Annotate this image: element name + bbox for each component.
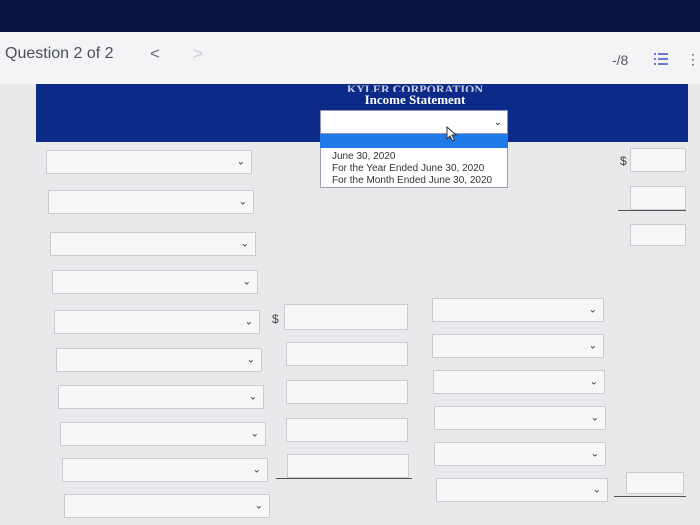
chevron-down-icon: ⌄ bbox=[240, 238, 249, 250]
account-select-5[interactable]: ⌄ bbox=[54, 310, 260, 334]
right-select-5[interactable]: ⌄ bbox=[434, 442, 606, 466]
account-select-1[interactable]: ⌄ bbox=[46, 150, 252, 174]
total-input-1[interactable] bbox=[630, 148, 686, 172]
highlighted-option[interactable] bbox=[320, 134, 508, 148]
chevron-down-icon: ⌄ bbox=[493, 117, 502, 128]
period-option-2[interactable]: For the Year Ended June 30, 2020 bbox=[332, 163, 484, 174]
chevron-down-icon: ⌄ bbox=[252, 464, 261, 476]
prev-question-button[interactable]: < bbox=[150, 44, 160, 64]
currency-symbol-right: $ bbox=[620, 154, 627, 168]
list-icon[interactable] bbox=[654, 52, 668, 66]
chevron-down-icon: ⌄ bbox=[236, 156, 245, 168]
chevron-down-icon: ⌄ bbox=[592, 484, 601, 496]
account-select-8[interactable]: ⌄ bbox=[60, 422, 266, 446]
account-select-2[interactable]: ⌄ bbox=[48, 190, 254, 214]
top-band bbox=[0, 0, 700, 32]
chevron-down-icon: ⌄ bbox=[590, 448, 599, 460]
right-select-4[interactable]: ⌄ bbox=[434, 406, 606, 430]
chevron-down-icon: ⌄ bbox=[588, 340, 597, 352]
score: -/8 bbox=[612, 52, 629, 68]
amount-input-5[interactable] bbox=[287, 454, 409, 478]
chevron-down-icon: ⌄ bbox=[250, 428, 259, 440]
total-underline bbox=[276, 478, 412, 479]
statement-title: Income Statement bbox=[364, 92, 466, 107]
amount-input-1[interactable] bbox=[284, 304, 408, 330]
total-underline-right bbox=[618, 210, 686, 211]
account-select-9[interactable]: ⌄ bbox=[62, 458, 268, 482]
amount-input-2[interactable] bbox=[286, 342, 408, 366]
final-total-underline bbox=[614, 496, 686, 497]
period-option-3[interactable]: For the Month Ended June 30, 2020 bbox=[332, 175, 492, 186]
right-select-6[interactable]: ⌄ bbox=[436, 478, 608, 502]
currency-symbol: $ bbox=[272, 312, 279, 326]
account-select-6[interactable]: ⌄ bbox=[56, 348, 262, 372]
company-name: KYLER CORPORATION bbox=[346, 82, 484, 92]
total-input-4[interactable] bbox=[626, 472, 684, 494]
question-label: Question 2 of 2 bbox=[5, 45, 114, 62]
chevron-down-icon: ⌄ bbox=[248, 391, 257, 403]
mouse-cursor-icon bbox=[446, 126, 458, 142]
right-select-3[interactable]: ⌄ bbox=[433, 370, 605, 394]
period-select[interactable]: ⌄ bbox=[320, 110, 508, 134]
chevron-down-icon: ⌄ bbox=[588, 304, 597, 316]
chevron-down-icon: ⌄ bbox=[589, 376, 598, 388]
account-select-7[interactable]: ⌄ bbox=[58, 385, 264, 409]
amount-input-4[interactable] bbox=[286, 418, 408, 442]
chevron-down-icon: ⌄ bbox=[590, 412, 599, 424]
chevron-down-icon: ⌄ bbox=[242, 276, 251, 288]
period-option-1[interactable]: June 30, 2020 bbox=[332, 151, 395, 162]
account-select-10[interactable]: ⌄ bbox=[64, 494, 270, 518]
chevron-down-icon: ⌄ bbox=[254, 500, 263, 512]
next-question-button[interactable]: > bbox=[193, 44, 203, 64]
total-input-2[interactable] bbox=[630, 186, 686, 210]
total-input-3[interactable] bbox=[630, 224, 686, 246]
chevron-down-icon: ⌄ bbox=[238, 196, 247, 208]
account-select-4[interactable]: ⌄ bbox=[52, 270, 258, 294]
chevron-down-icon: ⌄ bbox=[244, 316, 253, 328]
account-select-3[interactable]: ⌄ bbox=[50, 232, 256, 256]
right-select-2[interactable]: ⌄ bbox=[432, 334, 604, 358]
chevron-down-icon: ⌄ bbox=[246, 354, 255, 366]
amount-input-3[interactable] bbox=[286, 380, 408, 404]
more-options-icon[interactable]: ⋮ bbox=[686, 51, 700, 68]
right-select-1[interactable]: ⌄ bbox=[432, 298, 604, 322]
